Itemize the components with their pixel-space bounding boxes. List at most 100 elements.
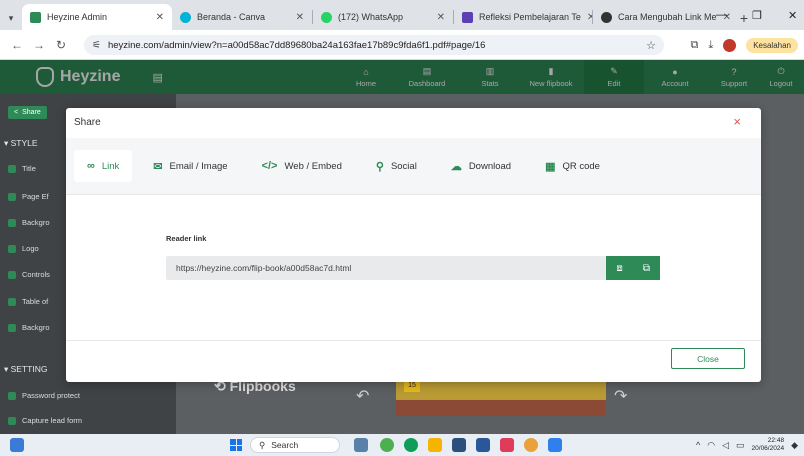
nav-new-flipbook[interactable]: ▮ New flipbook [518,60,584,94]
show-hidden-icons-chevron-icon[interactable]: ^ [696,440,700,450]
download-icon[interactable]: ⤓ [708,39,713,52]
nav-support[interactable]: ? Support [706,60,762,94]
tab-label: Download [468,160,512,172]
forward-arrow-icon[interactable]: → [28,38,50,52]
share-icon: < [14,109,19,116]
nav-home[interactable]: ⌂ Home [340,60,392,94]
document-favicon-icon [462,11,473,23]
tab-email-image[interactable]: ✉ Email / Image [140,150,240,182]
nav-dashboard[interactable]: ▤ Dashboard [392,60,462,94]
widgets-icon[interactable] [10,438,24,452]
sidebar-item-controls[interactable]: Controls [8,270,50,279]
browser-tab-heyzine[interactable]: Heyzine Admin ✕ [22,4,172,30]
file-explorer-icon[interactable] [428,438,442,452]
photos-app-icon[interactable] [548,438,562,452]
browser-tab-refleksi[interactable]: Refleksi Pembelajaran Te ✕ [454,4,592,30]
tab-social[interactable]: ⚲ Social [363,150,430,182]
volume-icon[interactable]: ◁ [722,440,729,451]
nav-account[interactable]: ● Account [644,60,706,94]
profile-avatar[interactable] [723,38,737,52]
open-link-button[interactable]: ⧈ [606,256,633,280]
browser-tab-whatsapp[interactable]: (172) WhatsApp ✕ [313,4,453,30]
minimize-window-icon[interactable]: — [716,0,727,30]
reader-link-text: https://heyzine.com/flip-book/a00d58ac7d… [176,263,352,273]
tab-download[interactable]: ☁ Download [438,150,524,182]
nav-logout[interactable]: ⏻ Logout [762,60,800,94]
wifi-icon[interactable]: ◠ [707,440,715,451]
sidebar-item-page-effect[interactable]: Page Ef [8,192,49,201]
pencil-icon: ✎ [610,66,618,76]
chat-app-icon[interactable] [380,438,394,452]
cloud-download-icon: ☁ [450,160,462,173]
word-app-icon[interactable] [476,438,490,452]
sidebar-item-logo[interactable]: Logo [8,244,39,253]
bookmark-star-icon[interactable]: ☆ [646,39,656,52]
url-bar[interactable]: ⚟ heyzine.com/admin/view?n=a00d58ac7dd89… [84,35,664,55]
system-clock[interactable]: 22:48 20/06/2024 [752,437,785,453]
taskbar-search-label: Search [271,440,299,450]
sidebar-item-label: Page Ef [22,192,49,201]
browser-tab-canva[interactable]: Beranda - Canva ✕ [172,4,312,30]
windows-start-icon[interactable] [230,439,242,451]
sidebar-item-background[interactable]: Backgro [8,218,50,227]
close-button[interactable]: Close [671,348,745,369]
browser-tab-title: Heyzine Admin [47,12,108,22]
heyzine-logo[interactable]: Heyzine [36,67,120,87]
email-icon: ✉ [153,160,163,173]
modal-close-icon[interactable]: × [733,114,741,129]
sidebar-item-capture-lead-form[interactable]: Capture lead form [8,416,82,425]
heyzine-logo-mark-icon [36,67,54,87]
copy-link-button[interactable]: ⧉ [633,256,660,280]
nav-edit[interactable]: ✎ Edit [584,60,644,94]
chrome-browser-icon[interactable] [524,438,538,452]
next-page-arrow-icon[interactable]: ↷ [614,386,627,406]
sidebar-item-label: Title [22,164,36,173]
close-tab-icon[interactable]: ✕ [431,12,445,23]
site-settings-icon[interactable]: ⚟ [92,40,101,51]
back-arrow-icon[interactable]: ← [6,38,28,52]
store-app-icon[interactable] [452,438,466,452]
menu-toggle-icon[interactable]: ▤ [152,71,162,84]
error-status-badge[interactable]: Kesalahan [746,37,798,53]
tab-qr-code[interactable]: ▦ QR code [532,150,613,182]
close-tab-icon[interactable]: ✕ [290,12,304,23]
sidebar-section-settings[interactable]: ▾ SETTING [4,364,47,375]
sidebar-item-password-protect[interactable]: Password protect [8,391,80,400]
mail-app-icon[interactable] [500,438,514,452]
reload-icon[interactable]: ↻ [50,38,72,52]
battery-icon[interactable]: ▭ [736,440,745,451]
form-icon [8,416,16,425]
url-text: heyzine.com/admin/view?n=a00d58ac7dd8968… [107,39,486,51]
sidebar-item-table-of-contents[interactable]: Table of [8,297,48,306]
close-window-icon[interactable]: ✕ [788,0,797,30]
browser-tab-title: Cara Mengubah Link Me [618,12,717,22]
extensions-puzzle-icon[interactable]: ⧉ [690,39,698,52]
system-tray: ^ ◠ ◁ ▭ 22:48 20/06/2024 ◆ [696,434,798,456]
browser-tab-cara-mengubah[interactable]: Cara Mengubah Link Me ✕ [593,4,733,30]
title-icon [8,164,16,173]
sidebar-share-button[interactable]: < Share [8,106,47,119]
tab-web-embed[interactable]: </> Web / Embed [249,150,355,182]
bookmark-icon [8,297,16,306]
previous-page-arrow-icon[interactable]: ↶ [356,386,369,406]
taskbar-search[interactable]: ⚲ Search [250,437,340,453]
sidebar-item-title[interactable]: Title [8,164,36,173]
user-icon: ● [672,66,678,77]
tab-search-chevron-icon[interactable]: ▾ [0,6,22,30]
task-view-icon[interactable] [354,438,368,452]
close-tab-icon[interactable]: ✕ [581,12,592,23]
toggle-icon [8,270,16,279]
reader-link-field[interactable]: https://heyzine.com/flip-book/a00d58ac7d… [166,256,606,280]
tab-link[interactable]: ∞ Link [74,150,133,182]
browser-tab-strip: ▾ Heyzine Admin ✕ Beranda - Canva ✕ (172… [0,0,804,30]
notification-bell-icon[interactable]: ◆ [791,440,798,451]
sidebar-item-background-audio[interactable]: Backgro [8,323,50,332]
site-favicon-icon [601,11,612,23]
edge-browser-icon[interactable] [404,438,418,452]
maximize-window-icon[interactable]: ❐ [752,0,762,30]
sidebar-section-style[interactable]: ▾ STYLE [4,138,38,149]
brand-name: Heyzine [60,68,121,85]
qr-code-icon: ▦ [545,160,556,173]
close-tab-icon[interactable]: ✕ [150,12,164,23]
nav-stats[interactable]: ▥ Stats [462,60,518,94]
